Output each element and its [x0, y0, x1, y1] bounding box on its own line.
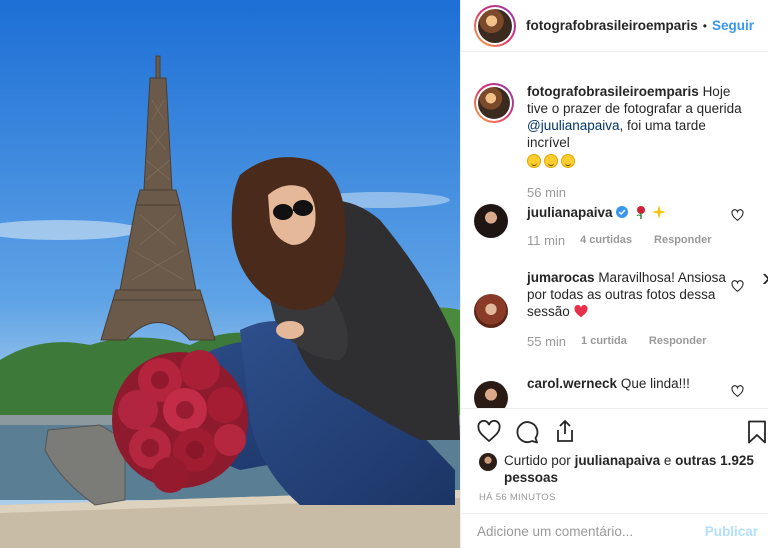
action-bar [461, 408, 768, 454]
caption-username[interactable]: fotografobrasileiroemparis [527, 84, 699, 99]
caption-row: fotografobrasileiroemparis Hoje tive o p… [474, 83, 758, 201]
author-username[interactable]: fotografobrasileiroemparis [526, 18, 698, 33]
red-heart-emoji-icon [574, 304, 588, 318]
rose-emoji-icon [636, 206, 646, 219]
comment-row: juulianapaiva 11 min 4 curtidas Responde… [474, 204, 758, 249]
sparkle-emoji-icon [651, 205, 666, 219]
reply-button[interactable]: Responder [649, 333, 706, 350]
caption-time[interactable]: 56 min [527, 184, 566, 201]
commenter-avatar[interactable] [474, 381, 508, 408]
post-header: fotografobrasileiroemparis • Seguir [461, 0, 768, 52]
comment-username[interactable]: jumarocas [527, 270, 595, 285]
comment-time[interactable]: 11 min [527, 232, 565, 249]
comment-row: jumarocas Maravilhosa! Ansiosa por todas… [474, 269, 758, 350]
comment-row: carol.werneck Que linda!!! [474, 375, 758, 408]
grin-emoji-icon [527, 154, 541, 168]
like-comment-heart-icon[interactable] [731, 209, 744, 222]
next-post-arrow-icon[interactable]: › [762, 262, 768, 293]
comment-input[interactable]: Adicione um comentário... [477, 524, 705, 539]
commenter-avatar[interactable] [474, 204, 508, 238]
follow-button[interactable]: Seguir [712, 18, 754, 33]
caption-emojis [527, 153, 749, 170]
post-photo[interactable] [0, 0, 460, 548]
comment-username[interactable]: carol.werneck [527, 376, 617, 391]
comment-text: Que linda!!! [620, 376, 690, 391]
add-comment-bar: Adicione um comentário... Publicar [461, 513, 768, 548]
liked-by-and: e [663, 453, 672, 468]
publish-button[interactable]: Publicar [705, 524, 758, 539]
grin-emoji-icon [561, 154, 575, 168]
comment-time[interactable]: 55 min [527, 333, 566, 350]
reply-button[interactable]: Responder [654, 232, 711, 249]
author-avatar[interactable] [474, 4, 516, 47]
post-timestamp[interactable]: HÁ 56 MINUTOS [479, 492, 556, 503]
caption-avatar[interactable] [474, 83, 514, 123]
comment-bubble-icon[interactable] [515, 420, 539, 444]
commenter-avatar[interactable] [474, 294, 508, 328]
separator-dot: • [702, 18, 707, 33]
comments-list[interactable]: fotografobrasileiroemparis Hoje tive o p… [461, 53, 768, 408]
grin-emoji-icon [544, 154, 558, 168]
liked-by: Curtido por juulianapaiva e outras 1.925… [479, 452, 758, 486]
verified-badge-icon [616, 206, 629, 218]
caption-mention[interactable]: @juulianapaiva [527, 118, 620, 133]
bookmark-icon[interactable] [747, 420, 767, 444]
liker-avatar[interactable] [479, 453, 497, 471]
comment-likes[interactable]: 4 curtidas [580, 232, 632, 249]
share-icon[interactable] [553, 419, 577, 443]
liked-by-prefix: Curtido por [504, 453, 571, 468]
comment-username[interactable]: juulianapaiva [527, 205, 613, 220]
like-comment-heart-icon[interactable] [731, 385, 744, 398]
liked-by-user[interactable]: juulianapaiva [575, 453, 661, 468]
like-comment-heart-icon[interactable] [731, 280, 744, 293]
comment-likes[interactable]: 1 curtida [581, 333, 627, 350]
post-side-panel: fotografobrasileiroemparis • Seguir foto… [460, 0, 768, 548]
like-heart-icon[interactable] [477, 420, 501, 444]
